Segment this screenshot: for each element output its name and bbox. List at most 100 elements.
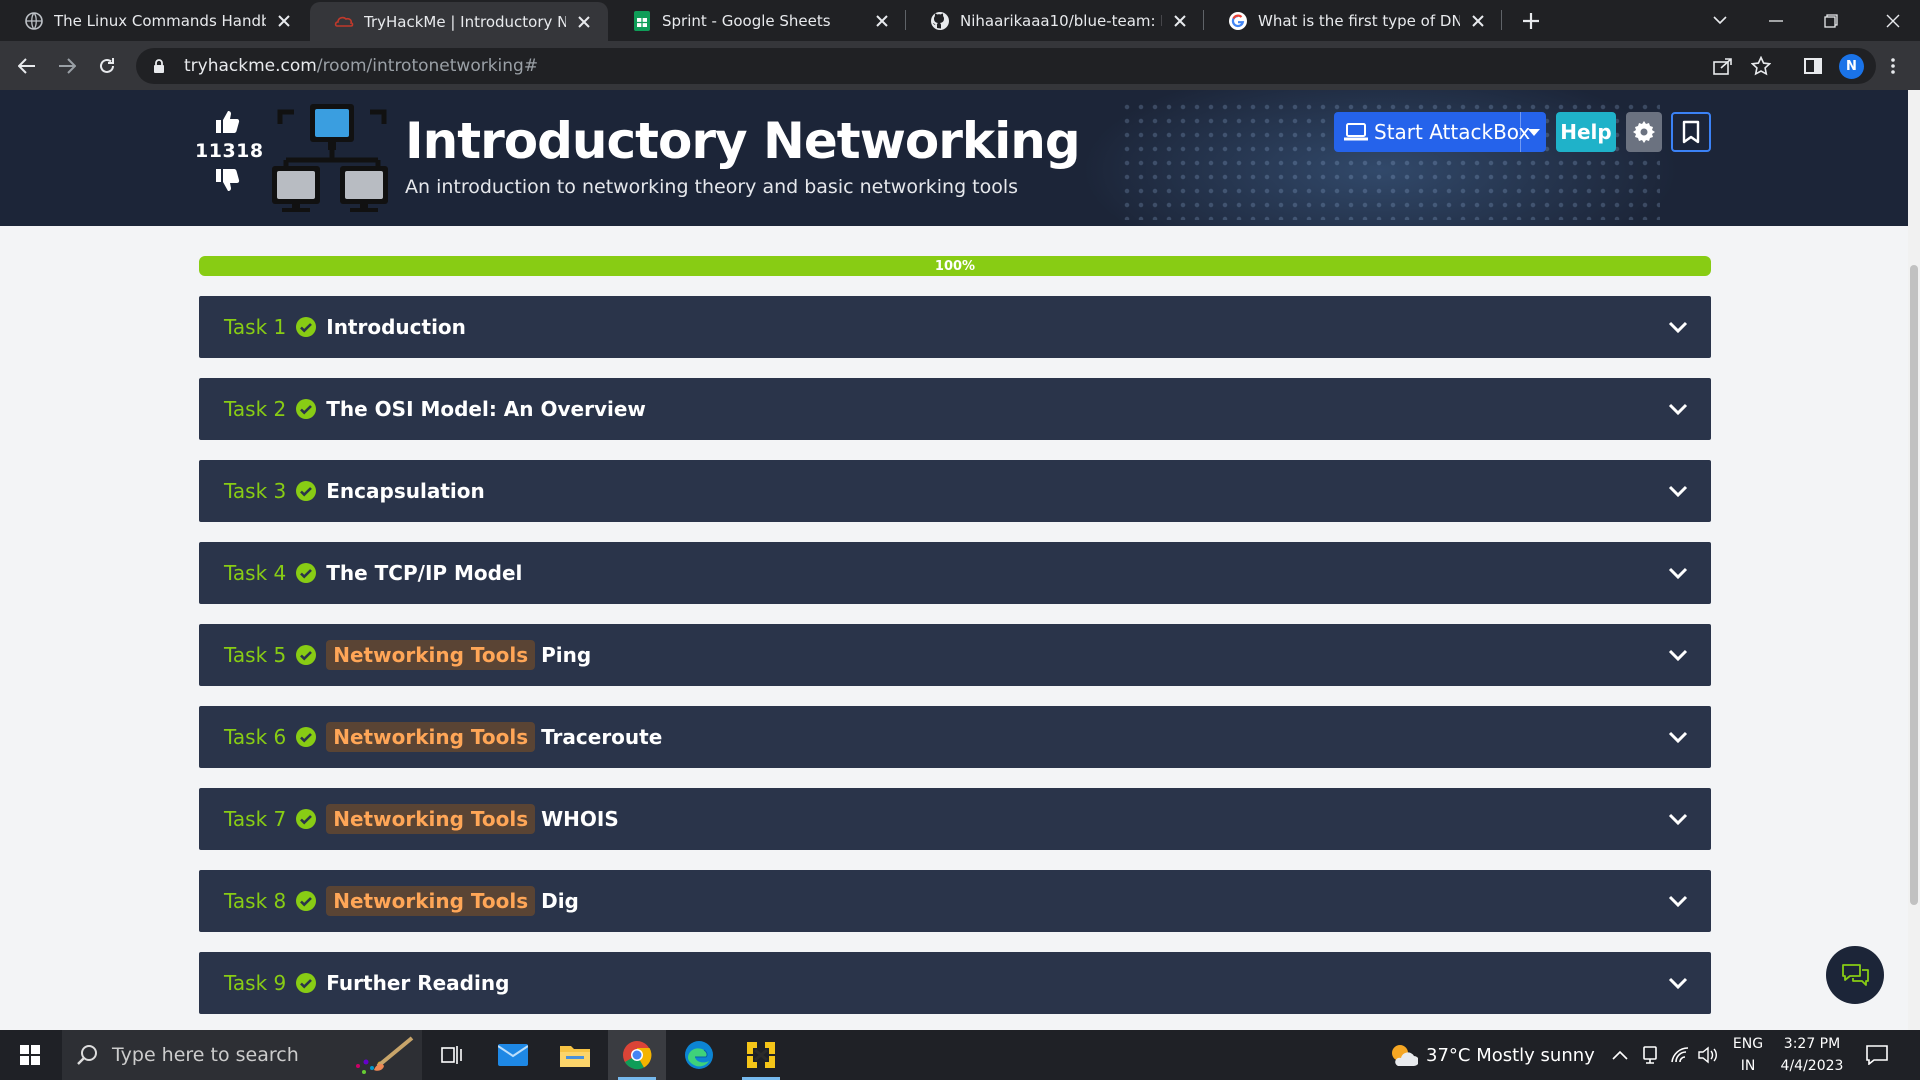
scrollbar-thumb[interactable] <box>1910 265 1918 905</box>
check-circle-icon <box>296 563 317 583</box>
tryhackme-icon <box>334 12 354 32</box>
task-row-6[interactable]: Task 6 Networking Tools Traceroute <box>199 706 1711 768</box>
browser-tab[interactable]: Sprint - Google Sheets <box>608 0 906 41</box>
chevron-down-icon[interactable] <box>1667 890 1689 912</box>
forward-arrow-icon[interactable] <box>52 51 82 81</box>
restore-icon[interactable] <box>1803 0 1858 41</box>
check-circle-icon <box>296 645 317 665</box>
chevron-down-icon[interactable] <box>1667 398 1689 420</box>
mail-icon[interactable] <box>484 1030 542 1080</box>
vote-widget: 11318 <box>195 108 263 194</box>
task-number: Task 7 <box>224 807 287 831</box>
save-room-button[interactable] <box>1671 112 1711 152</box>
close-icon[interactable] <box>872 11 892 31</box>
close-icon[interactable] <box>274 11 294 31</box>
task-title: The OSI Model: An Overview <box>326 397 646 421</box>
page-viewport: 11318 Introductory Networking An introdu… <box>0 90 1908 1030</box>
edge-icon[interactable] <box>670 1030 728 1080</box>
browser-tab-active[interactable]: TryHackMe | Introductory Networ <box>310 2 608 41</box>
bookmark-star-icon[interactable] <box>1746 51 1776 81</box>
chevron-down-icon[interactable] <box>1667 808 1689 830</box>
task-row-9[interactable]: Task 9 Further Reading <box>199 952 1711 1014</box>
chevron-down-icon[interactable] <box>1667 480 1689 502</box>
meet-now-icon[interactable] <box>1641 1030 1659 1080</box>
tab-search-chevron-down-icon[interactable] <box>1692 0 1748 41</box>
browser-tab[interactable]: What is the first type of DNS serv <box>1204 0 1502 41</box>
side-panel-icon[interactable] <box>1798 51 1828 81</box>
tab-title: TryHackMe | Introductory Networ <box>364 12 566 31</box>
task-row-7[interactable]: Task 7 Networking Tools WHOIS <box>199 788 1711 850</box>
close-icon[interactable] <box>1170 11 1190 31</box>
start-attackbox-label: Start AttackBox <box>1374 120 1531 144</box>
task-row-8[interactable]: Task 8 Networking Tools Dig <box>199 870 1711 932</box>
close-icon[interactable] <box>1468 11 1488 31</box>
chevron-down-icon[interactable] <box>1667 562 1689 584</box>
thumbs-up-icon[interactable] <box>195 108 259 136</box>
profile-avatar[interactable]: N <box>1839 54 1864 79</box>
lock-icon[interactable] <box>150 57 168 75</box>
check-circle-icon <box>296 973 317 993</box>
task-row-3[interactable]: Task 3 Encapsulation <box>199 460 1711 522</box>
snip-tool-icon[interactable] <box>732 1030 790 1080</box>
search-icon <box>77 1045 97 1065</box>
progress-label: 100% <box>934 258 976 274</box>
input-language[interactable]: ENG IN <box>1728 1033 1768 1077</box>
clock[interactable]: 3:27 PM 4/4/2023 <box>1772 1033 1852 1077</box>
task-title: Introduction <box>326 315 466 339</box>
search-placeholder: Type here to search <box>112 1044 299 1066</box>
task-number: Task 2 <box>224 397 287 421</box>
address-bar[interactable]: tryhackme.com/room/introtonetworking# <box>136 48 1876 84</box>
chevron-down-icon[interactable] <box>1667 644 1689 666</box>
paint-brush-icon <box>328 1032 420 1078</box>
settings-button[interactable] <box>1626 112 1662 152</box>
task-number: Task 8 <box>224 889 287 913</box>
share-icon[interactable] <box>1708 51 1738 81</box>
laptop-icon <box>1344 123 1368 141</box>
chevron-down-icon[interactable] <box>1667 726 1689 748</box>
chevron-down-icon[interactable] <box>1667 972 1689 994</box>
task-row-4[interactable]: Task 4 The TCP/IP Model <box>199 542 1711 604</box>
tab-title: Nihaarikaaa10/blue-team: Fake n <box>960 11 1162 30</box>
chevron-down-icon[interactable] <box>1667 316 1689 338</box>
windows-start-button[interactable] <box>0 1030 60 1080</box>
caret-down-icon[interactable] <box>1520 112 1546 152</box>
room-header: 11318 Introductory Networking An introdu… <box>0 90 1908 226</box>
task-title: Traceroute <box>541 725 663 749</box>
chat-support-button[interactable] <box>1826 946 1884 1004</box>
page-scrollbar[interactable] <box>1908 90 1920 1030</box>
task-view-icon[interactable] <box>422 1030 480 1080</box>
browser-tab[interactable]: Nihaarikaaa10/blue-team: Fake n <box>906 0 1204 41</box>
sheets-icon <box>632 10 652 31</box>
wifi-icon[interactable] <box>1670 1030 1690 1080</box>
close-icon[interactable] <box>574 12 594 32</box>
weather-widget[interactable]: 37°C Mostly sunny <box>1388 1030 1595 1080</box>
new-tab-plus-icon[interactable] <box>1518 8 1544 34</box>
show-hidden-icons-chevron-up-icon[interactable] <box>1612 1030 1628 1080</box>
task-title: Ping <box>541 643 592 667</box>
start-attackbox-button[interactable]: Start AttackBox <box>1334 112 1546 152</box>
task-title: The TCP/IP Model <box>326 561 523 585</box>
file-explorer-icon[interactable] <box>546 1030 604 1080</box>
room-progress-bar: 100% <box>199 256 1711 276</box>
tab-title: Sprint - Google Sheets <box>662 11 831 30</box>
minimize-icon[interactable] <box>1748 0 1803 41</box>
taskbar-search-box[interactable]: Type here to search <box>62 1030 422 1080</box>
more-vertical-icon[interactable] <box>1878 51 1908 81</box>
task-title: Encapsulation <box>326 479 485 503</box>
thumbs-down-icon[interactable] <box>195 166 259 194</box>
check-circle-icon <box>296 809 317 829</box>
notification-center-icon[interactable] <box>1866 1030 1888 1080</box>
check-circle-icon <box>296 317 317 337</box>
reload-icon[interactable] <box>92 51 122 81</box>
window-close-icon[interactable] <box>1865 0 1920 41</box>
task-row-1[interactable]: Task 1 Introduction <box>199 296 1711 358</box>
browser-tab[interactable]: The Linux Commands Handbook <box>0 0 308 41</box>
task-row-2[interactable]: Task 2 The OSI Model: An Overview <box>199 378 1711 440</box>
task-row-5[interactable]: Task 5 Networking Tools Ping <box>199 624 1711 686</box>
sun-cloud-icon <box>1388 1042 1418 1068</box>
chrome-icon[interactable] <box>608 1030 666 1080</box>
back-arrow-icon[interactable] <box>12 51 42 81</box>
task-list: Task 1 Introduction Task 2 The OSI Model… <box>199 296 1711 1030</box>
volume-icon[interactable] <box>1698 1030 1718 1080</box>
help-button[interactable]: Help <box>1556 112 1616 152</box>
